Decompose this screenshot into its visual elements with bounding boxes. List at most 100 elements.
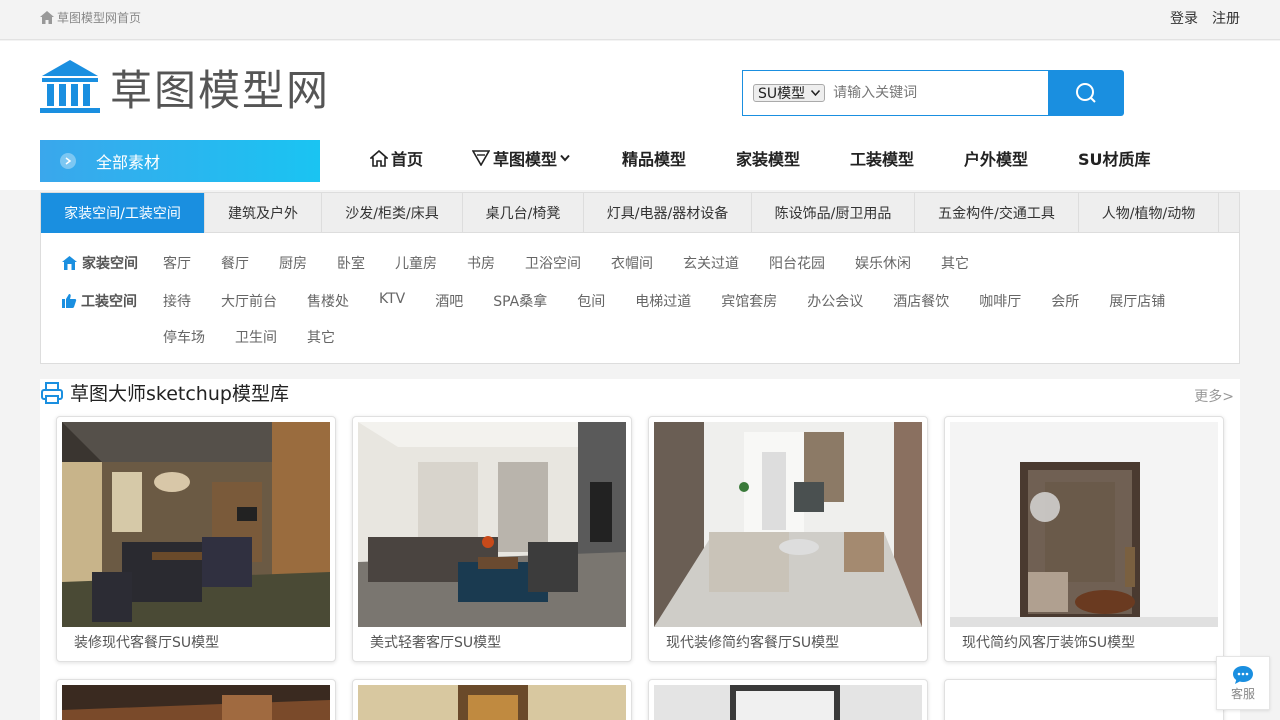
model-card[interactable]: 现代装修简约客餐厅SU模型	[648, 416, 928, 662]
link-shufang[interactable]: 书房	[467, 253, 495, 273]
model-card[interactable]: 现代简约风客厅装饰SU模型	[944, 416, 1224, 662]
home-icon	[370, 149, 388, 167]
jiazhuang-label-text: 家装空间	[82, 256, 138, 272]
model-caption[interactable]: 装修现代客餐厅SU模型	[74, 632, 219, 652]
nav-jingpin[interactable]: 精品模型	[622, 146, 736, 170]
model-thumbnail[interactable]	[654, 685, 922, 720]
tab-hardware[interactable]: 五金构件/交通工具	[915, 193, 1079, 233]
main-nav: 首页 草图模型 精品模型 家装模型 工装模型 户外模型 SU材质库	[370, 146, 1151, 170]
link-weishengjian[interactable]: 卫生间	[235, 327, 277, 347]
link-jiuba[interactable]: 酒吧	[435, 291, 463, 311]
link-ertongfang[interactable]: 儿童房	[395, 253, 437, 273]
link-huisuo[interactable]: 会所	[1051, 291, 1079, 311]
nav-huwai[interactable]: 户外模型	[964, 146, 1078, 170]
logo-text: 草图模型网	[110, 66, 331, 115]
nav-jiazhuang[interactable]: 家装模型	[736, 146, 850, 170]
link-keting[interactable]: 客厅	[163, 253, 191, 273]
link-bangong[interactable]: 办公会议	[807, 291, 863, 311]
gongzhuang-label: 工装空间	[61, 291, 163, 311]
jiazhuang-label: 家装空间	[61, 253, 163, 273]
model-thumbnail[interactable]	[62, 685, 330, 720]
model-type-select[interactable]: SU模型	[753, 84, 826, 102]
model-card[interactable]	[352, 679, 632, 720]
tab-people[interactable]: 人物/植物/动物	[1079, 193, 1219, 233]
link-weiyu[interactable]: 卫浴空间	[525, 253, 581, 273]
tab-space[interactable]: 家装空间/工装空间	[41, 193, 205, 233]
tab-lighting[interactable]: 灯具/电器/器材设备	[584, 193, 752, 233]
tab-table[interactable]: 桌几台/椅凳	[463, 193, 584, 233]
thumbs-up-icon	[62, 294, 77, 308]
nav-caotu-label: 草图模型	[493, 150, 558, 169]
link-canting[interactable]: 餐厅	[221, 253, 249, 273]
model-caption[interactable]: 现代装修简约客餐厅SU模型	[666, 632, 839, 652]
model-thumbnail[interactable]	[654, 422, 922, 627]
model-caption[interactable]: 现代简约风客厅装饰SU模型	[962, 632, 1135, 652]
link-woshi[interactable]: 卧室	[337, 253, 365, 273]
nav-gongzhuang[interactable]: 工装模型	[850, 146, 964, 170]
link-yangtai[interactable]: 阳台花园	[769, 253, 825, 273]
all-materials-label: 全部素材	[96, 153, 161, 172]
customer-service-label: 客服	[1230, 686, 1255, 701]
model-card[interactable]: 美式轻奢客厅SU模型	[352, 416, 632, 662]
model-card[interactable]	[648, 679, 928, 720]
link-zhanting[interactable]: 展厅店铺	[1109, 291, 1165, 311]
customer-service-button[interactable]: 客服	[1216, 656, 1270, 710]
link-datingqiantai[interactable]: 大厅前台	[221, 291, 277, 311]
link-kafeiting[interactable]: 咖啡厅	[979, 291, 1021, 311]
link-tingchechang[interactable]: 停车场	[163, 327, 205, 347]
link-spa[interactable]: SPA桑拿	[493, 291, 547, 311]
model-thumbnail[interactable]	[358, 685, 626, 720]
tab-decor[interactable]: 陈设饰品/厨卫用品	[752, 193, 915, 233]
model-type-selected: SU模型	[758, 86, 806, 102]
home-link[interactable]: 草图模型网首页	[40, 9, 141, 26]
all-materials-button[interactable]: 全部素材	[40, 140, 320, 182]
tab-architecture[interactable]: 建筑及户外	[205, 193, 322, 233]
link-dianti[interactable]: 电梯过道	[635, 291, 691, 311]
model-card[interactable]	[56, 679, 336, 720]
category-tabs: 家装空间/工装空间 建筑及户外 沙发/柜类/床具 桌几台/椅凳 灯具/电器/器材…	[41, 193, 1239, 233]
search-icon	[1076, 83, 1096, 103]
site-logo[interactable]: 草图模型网	[40, 57, 330, 118]
nav-caotu-models[interactable]: 草图模型	[472, 146, 622, 170]
gongzhuang-label-text: 工装空间	[81, 294, 137, 310]
model-thumbnail[interactable]	[62, 422, 330, 627]
register-link[interactable]: 注册	[1212, 8, 1240, 28]
gongzhuang-links: 接待 大厅前台 售楼处 KTV 酒吧 SPA桑拿 包间 电梯过道 宾馆套房 办公…	[163, 291, 1221, 347]
model-card[interactable]	[944, 679, 1224, 720]
link-binguan[interactable]: 宾馆套房	[721, 291, 777, 311]
link-qita[interactable]: 其它	[941, 253, 969, 273]
login-link[interactable]: 登录	[1170, 8, 1198, 28]
nav-home-label: 首页	[391, 150, 424, 169]
link-jiedai[interactable]: 接待	[163, 291, 191, 311]
tab-sofa[interactable]: 沙发/柜类/床具	[322, 193, 463, 233]
gongzhuang-row: 工装空间 接待 大厅前台 售楼处 KTV 酒吧 SPA桑拿 包间 电梯过道 宾馆…	[61, 291, 1221, 347]
link-xuanguan[interactable]: 玄关过道	[683, 253, 739, 273]
more-link[interactable]: 更多>	[1194, 386, 1234, 406]
model-thumbnail[interactable]	[950, 422, 1218, 627]
house-icon	[62, 256, 77, 270]
home-icon	[40, 11, 54, 24]
link-baojian[interactable]: 包间	[577, 291, 605, 311]
search-input[interactable]	[833, 85, 1034, 101]
link-jiudian[interactable]: 酒店餐饮	[893, 291, 949, 311]
category-panel: 家装空间/工装空间 建筑及户外 沙发/柜类/床具 桌几台/椅凳 灯具/电器/器材…	[40, 192, 1240, 364]
model-thumbnail[interactable]	[358, 422, 626, 627]
model-caption[interactable]: 美式轻奢客厅SU模型	[370, 632, 501, 652]
chevron-down-icon	[560, 154, 570, 162]
link-ktv[interactable]: KTV	[379, 291, 405, 311]
model-card[interactable]: 装修现代客餐厅SU模型	[56, 416, 336, 662]
museum-logo-icon	[40, 59, 100, 113]
link-yimaojian[interactable]: 衣帽间	[611, 253, 653, 273]
jiazhuang-links: 客厅 餐厅 厨房 卧室 儿童房 书房 卫浴空间 衣帽间 玄关过道 阳台花园 娱乐…	[163, 253, 999, 273]
search-bar: SU模型	[742, 70, 1124, 116]
chat-bubble-icon	[1233, 665, 1253, 684]
auth-links: 登录 注册	[1170, 8, 1240, 28]
link-qita-2[interactable]: 其它	[307, 327, 335, 347]
link-shouloushu[interactable]: 售楼处	[307, 291, 349, 311]
nav-su-material[interactable]: SU材质库	[1078, 146, 1151, 170]
link-chufang[interactable]: 厨房	[279, 253, 307, 273]
search-button[interactable]	[1048, 70, 1124, 116]
nav-home[interactable]: 首页	[370, 146, 472, 170]
link-yule[interactable]: 娱乐休闲	[855, 253, 911, 273]
header: 草图模型网 SU模型 全部素材 首页 草图模型 精品模型 家装模	[0, 41, 1280, 190]
